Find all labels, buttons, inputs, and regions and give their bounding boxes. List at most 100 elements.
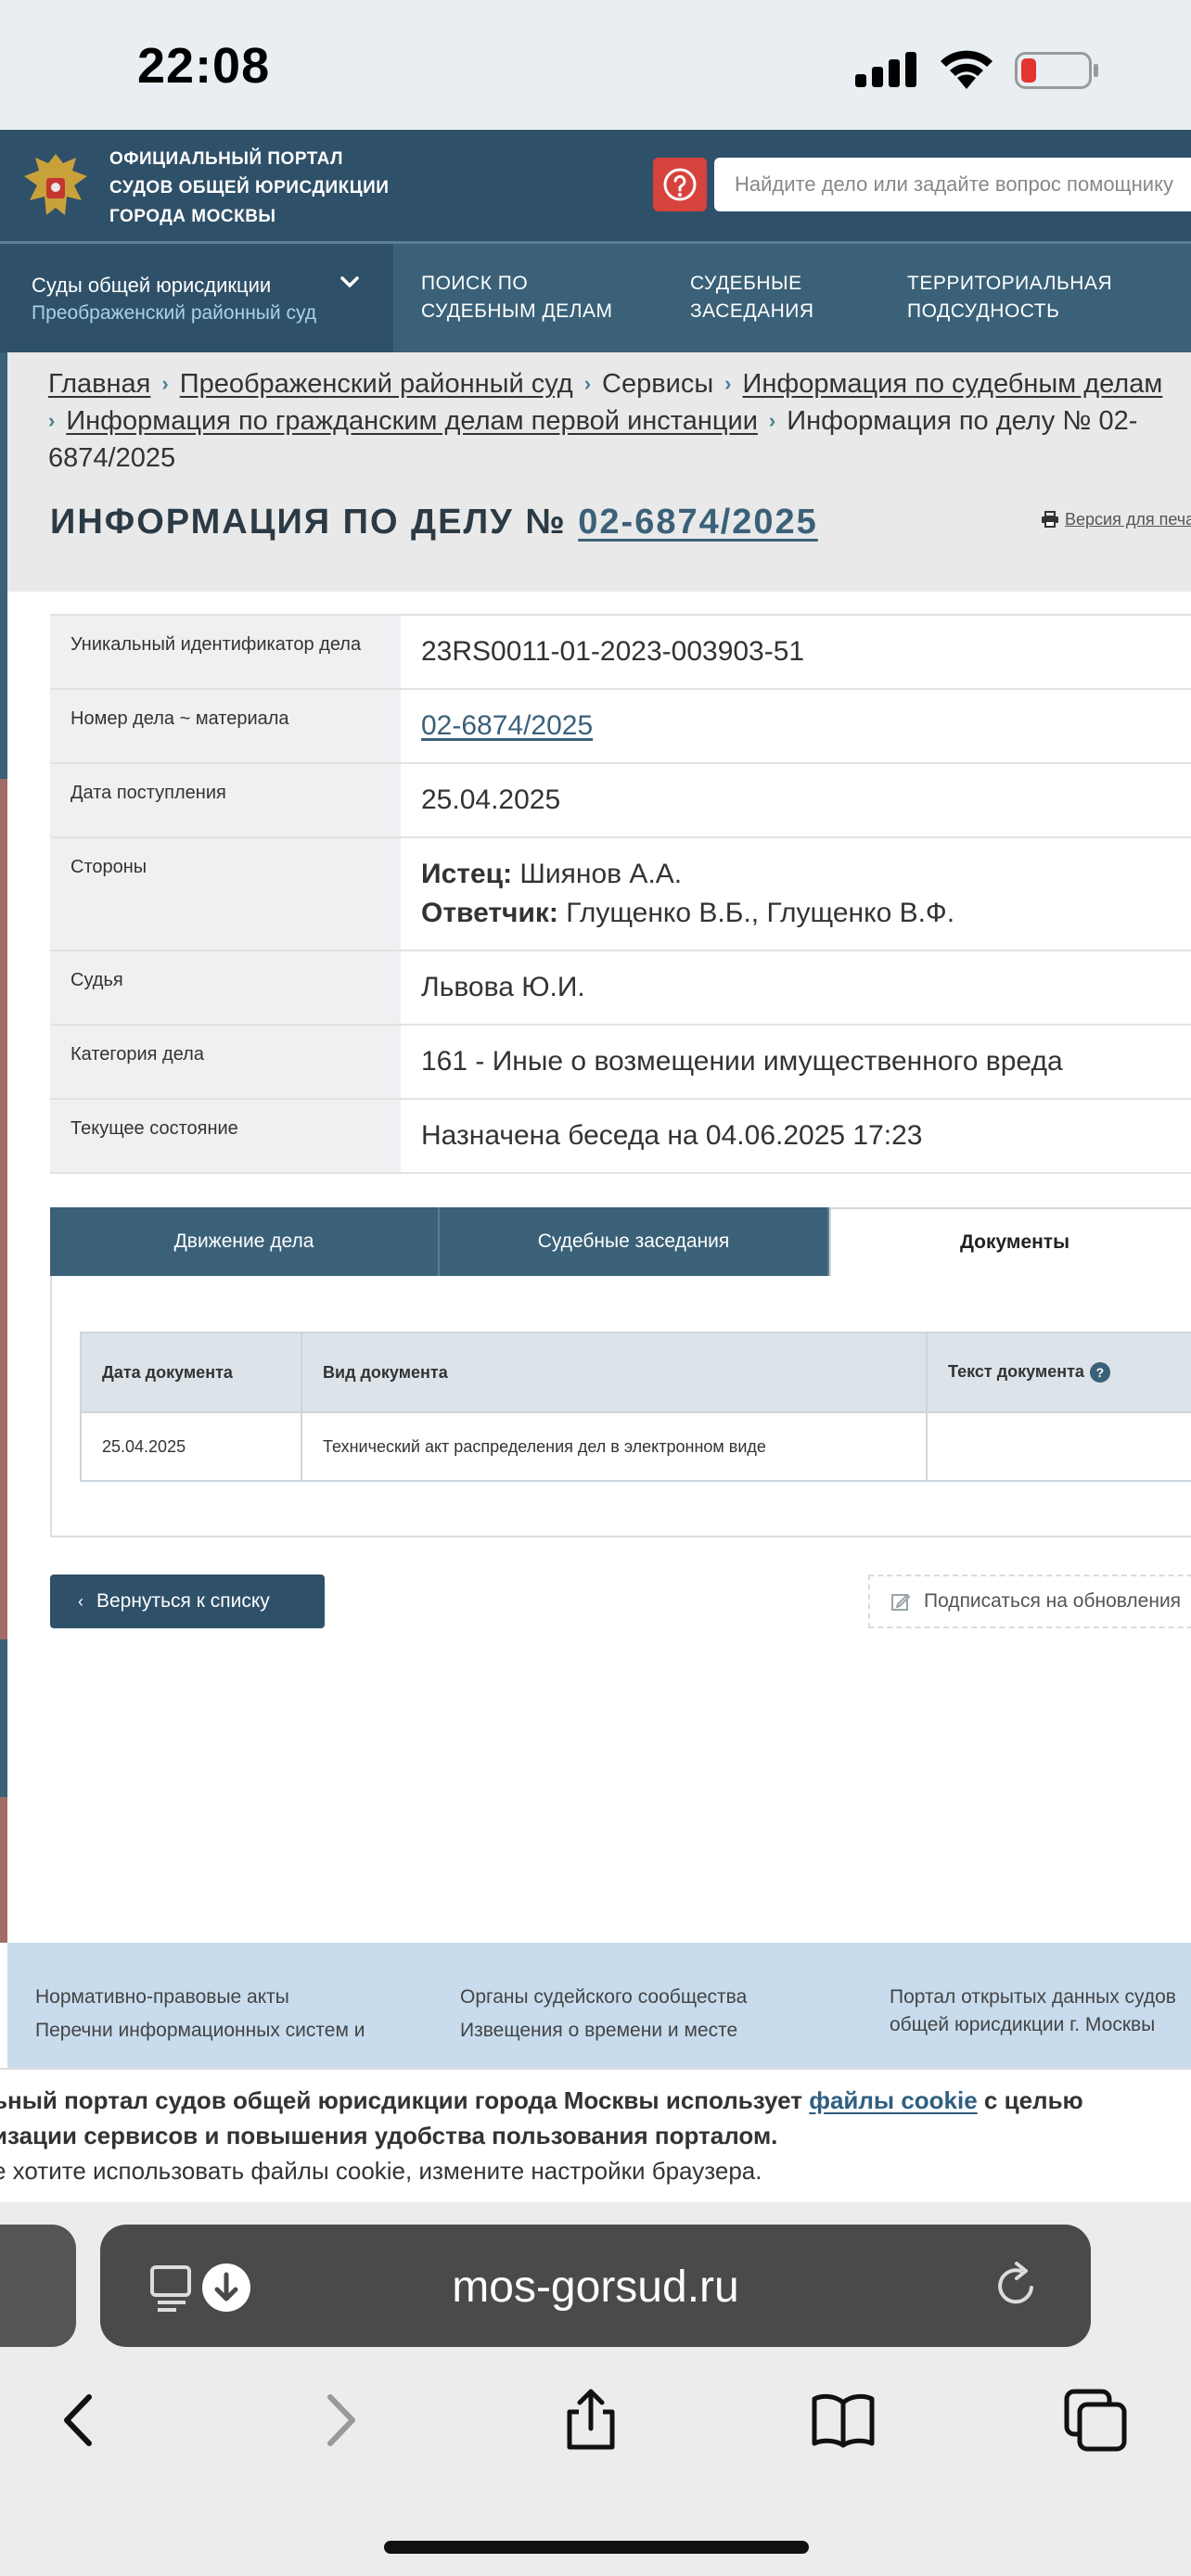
print-version-link[interactable]: Версия для печати [1041,510,1191,529]
judge-value: Львова Ю.И. [401,950,1191,1026]
question-icon [663,168,697,201]
case-number-link[interactable]: 02-6874/2025 [578,503,818,542]
edit-note-icon [891,1593,911,1611]
tabs-overview-icon[interactable] [1063,2388,1128,2453]
table-row: Стороны Истец: Шиянов А.А. Ответчик: Глу… [50,836,1191,951]
court-selector-title: Суды общей юрисдикции [32,274,272,297]
footer-link[interactable]: Портал открытых данных судов [890,1983,1176,2011]
reload-icon[interactable] [991,2260,1043,2312]
assistant-help-button[interactable] [653,158,707,211]
coat-of-arms-logo[interactable] [20,150,91,224]
court-selector-subtitle: Преображенский районный суд [32,302,317,324]
uid-label: Уникальный идентификатор дела [50,614,401,690]
footer-link[interactable]: Органы судейского сообщества [460,1983,747,2011]
category-label: Категория дела [50,1024,401,1100]
breadcrumb-separator-icon: › [768,409,776,432]
tab-case-movement[interactable]: Движение дела [50,1207,440,1276]
left-edge-accent-top [0,352,7,779]
home-indicator[interactable] [384,2541,809,2554]
wifi-icon [941,50,992,89]
parties-value: Истец: Шиянов А.А. Ответчик: Глущенко В.… [401,836,1191,951]
judge-label: Судья [50,950,401,1026]
chevron-left-icon: ‹ [78,1591,83,1611]
back-to-list-button[interactable]: ‹ Вернуться к списку [50,1575,325,1628]
breadcrumb-current-a: Информация по делу № 02- [787,406,1138,436]
main-nav: Суды общей юрисдикции Преображенский рай… [0,241,1191,352]
chevron-down-icon [340,276,359,287]
category-value: 161 - Иные о возмещении имущественного в… [401,1024,1191,1100]
table-row: Уникальный идентификатор дела 23RS0011-0… [50,614,1191,690]
parties-label: Стороны [50,836,401,951]
tab-documents[interactable]: Документы [829,1207,1191,1276]
footer-link[interactable]: общей юрисдикции г. Москвы [890,2011,1176,2039]
subscribe-updates-button[interactable]: Подписаться на обновления [868,1575,1191,1628]
nav-link-hearings[interactable]: СУДЕБНЫЕ ЗАСЕДАНИЯ [690,270,814,325]
uid-value: 23RS0011-01-2023-003903-51 [401,614,1191,690]
cookie-policy-link[interactable]: файлы cookie [809,2086,978,2114]
tab-hearings[interactable]: Судебные заседания [440,1207,829,1276]
back-arrow-icon[interactable] [48,2388,113,2453]
page-header: Главная › Преображенский районный суд › Серв… [7,352,1191,592]
previous-tab-preview[interactable] [0,2225,76,2347]
breadcrumb-civil-cases[interactable]: Информация по гражданским делам первой и… [66,406,758,436]
table-row: Номер дела ~ материала 02-6874/2025 [50,688,1191,764]
case-number-label: Номер дела ~ материала [50,688,401,764]
breadcrumb-separator-icon: › [161,372,169,395]
bookmarks-icon[interactable] [811,2388,876,2453]
documents-table: Дата документа Вид документа Текст докум… [80,1332,1191,1482]
printer-icon [1042,511,1058,528]
case-search-box [714,158,1191,211]
footer-link[interactable]: Нормативно-правовые акты [35,1983,365,2011]
status-label: Текущее состояние [50,1098,401,1174]
case-tabs: Движение дела Судебные заседания Докумен… [50,1207,1191,1276]
status-time: 22:08 [137,38,271,94]
status-value: Назначена беседа на 04.06.2025 17:23 [401,1098,1191,1174]
breadcrumb-home[interactable]: Главная [48,369,150,399]
breadcrumb-court[interactable]: Преображенский районный суд [180,369,573,399]
doc-type-cell: Технический акт распределения дел в элек… [301,1411,928,1482]
table-header-row: Дата документа Вид документа Текст докум… [80,1332,1191,1413]
page-title: ИНФОРМАЦИЯ ПО ДЕЛУ № 02-6874/2025 [50,503,818,542]
received-date-value: 25.04.2025 [401,762,1191,838]
main-content: Главная › Преображенский районный суд › Серв… [7,352,1191,1943]
case-info-table: Уникальный идентификатор дела 23RS0011-0… [50,614,1191,1174]
footer-link[interactable]: Извещения о времени и месте [460,2017,747,2045]
cellular-signal-icon [855,52,916,87]
browser-toolbar: mos-gorsud.ru [0,2202,1191,2576]
breadcrumb-separator-icon: › [583,372,592,395]
status-bar: 22:08 [0,0,1191,130]
doc-text-header: Текст документа? [926,1332,1191,1413]
address-bar[interactable]: mos-gorsud.ru [100,2225,1091,2347]
table-row: Текущее состояние Назначена беседа на 04… [50,1098,1191,1174]
url-text: mos-gorsud.ru [452,2263,739,2312]
case-search-input[interactable] [735,172,1176,197]
documents-panel: Дата документа Вид документа Текст докум… [50,1276,1191,1537]
left-edge-accent-mid [0,1639,7,1797]
site-footer: Нормативно-правовые акты Перечни информа… [7,1943,1191,2068]
doc-text-cell [926,1411,1191,1482]
case-number-value-link[interactable]: 02-6874/2025 [421,710,593,741]
breadcrumb-cases-info[interactable]: Информация по судебным делам [743,369,1163,399]
battery-low-icon [1015,52,1098,89]
breadcrumb-separator-icon: › [724,372,732,395]
plaintiff-label: Истец: [421,859,513,889]
share-icon[interactable] [558,2388,623,2453]
plaintiff-value: Шиянов А.А. [519,859,683,889]
breadcrumb-services: Сервисы [602,369,714,399]
table-row: Судья Львова Ю.И. [50,950,1191,1026]
footer-link[interactable]: Перечни информационных систем и [35,2017,365,2045]
court-selector[interactable]: Суды общей юрисдикции Преображенский рай… [0,244,393,352]
received-date-label: Дата поступления [50,762,401,838]
doc-type-header: Вид документа [301,1332,928,1413]
portal-name[interactable]: ОФИЦИАЛЬНЫЙ ПОРТАЛ СУДОВ ОБЩЕЙ ЮРИСДИКЦИ… [109,145,416,231]
site-header: ОФИЦИАЛЬНЫЙ ПОРТАЛ СУДОВ ОБЩЕЙ ЮРИСДИКЦИ… [0,130,1191,241]
defendant-value: Глущенко В.Б., Глущенко В.Ф. [566,898,955,928]
help-question-icon[interactable]: ? [1089,1362,1110,1383]
defendant-label: Ответчик: [421,898,558,928]
doc-date-header: Дата документа [80,1332,302,1413]
nav-link-jurisdiction[interactable]: ТЕРРИТОРИАЛЬНАЯ ПОДСУДНОСТЬ [907,270,1112,325]
forward-arrow-icon[interactable] [306,2388,371,2453]
cookie-banner: ьный портал судов общей юрисдикции город… [0,2068,1191,2202]
breadcrumb-separator-icon: › [48,409,56,432]
nav-link-case-search[interactable]: ПОИСК ПО СУДЕБНЫМ ДЕЛАМ [421,270,612,325]
